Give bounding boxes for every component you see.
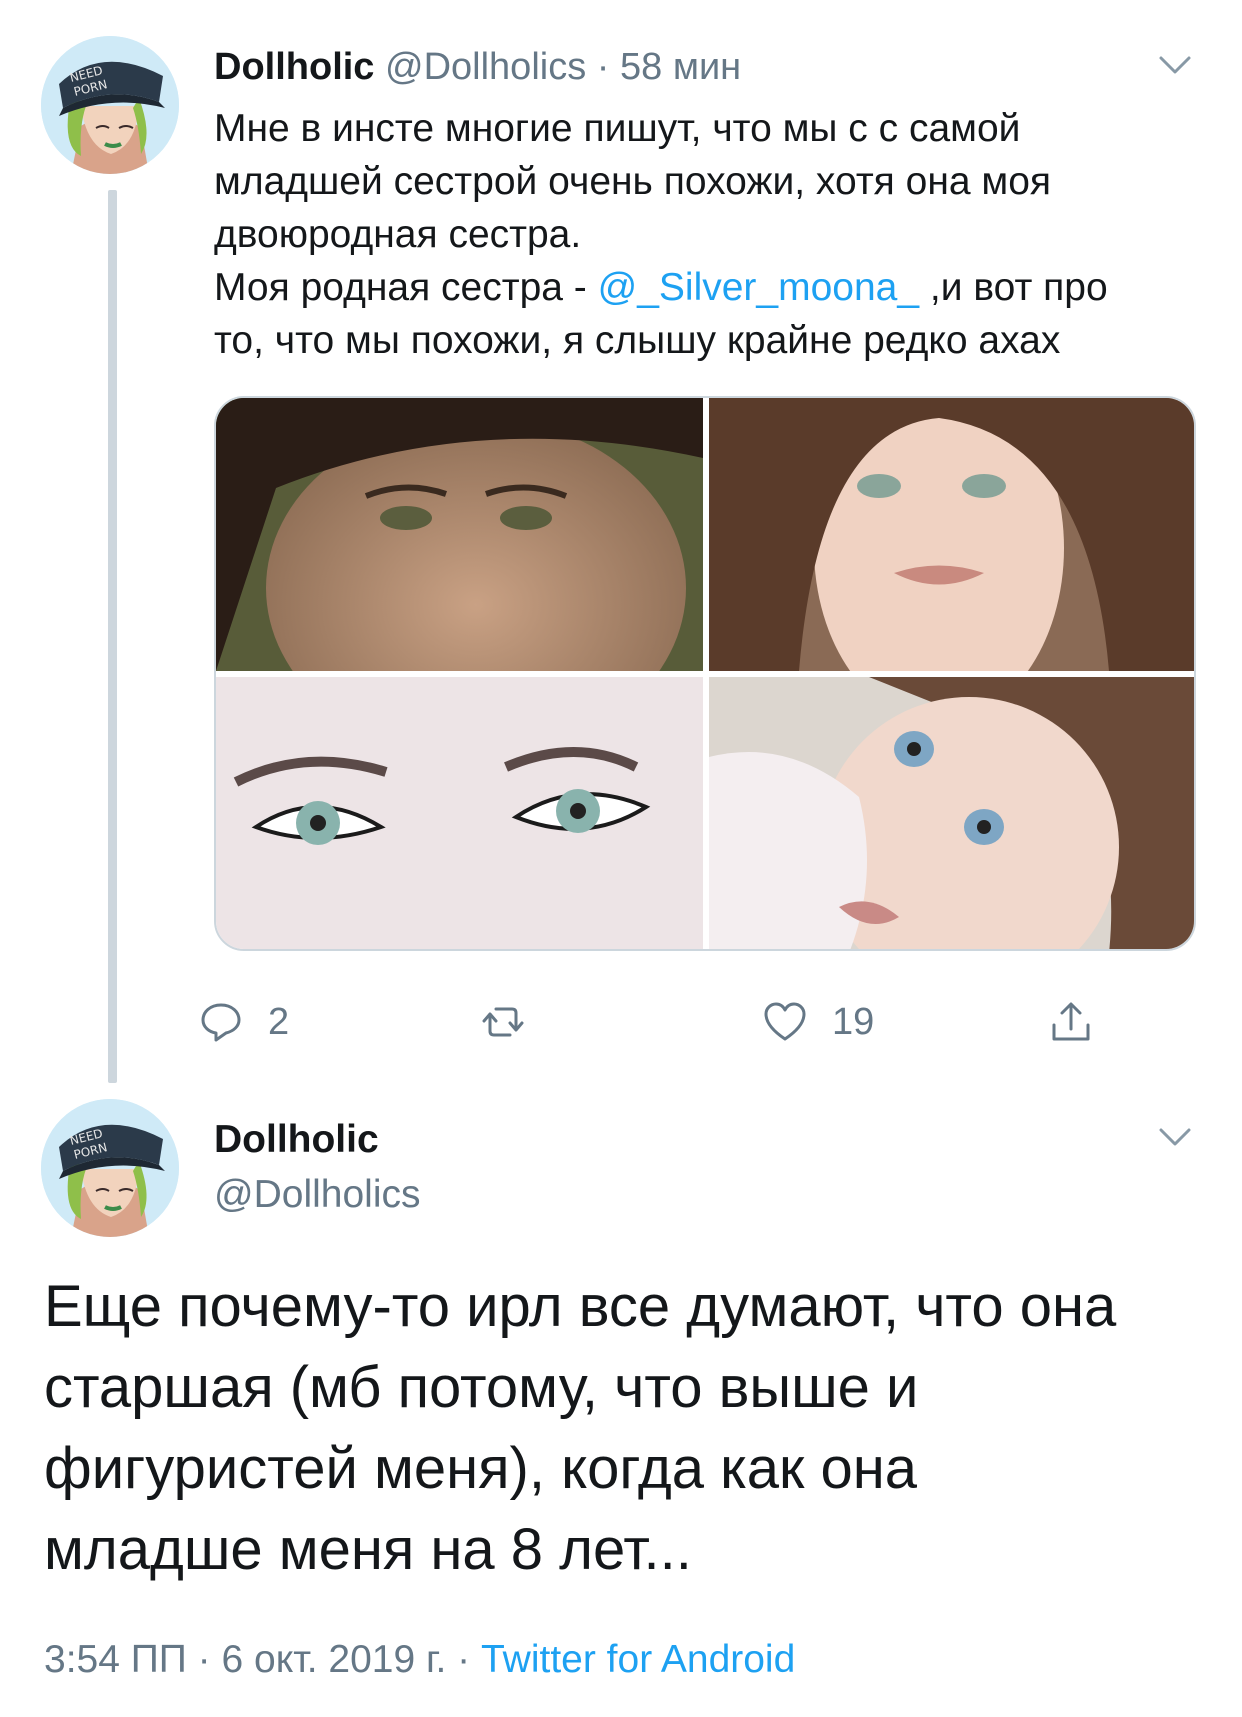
- chevron-down-icon[interactable]: [1155, 1116, 1195, 1156]
- display-name[interactable]: Dollholic: [214, 1116, 379, 1164]
- timestamp[interactable]: 58 мин: [620, 46, 741, 88]
- tweet-text-line: фигуристей меня), когда как она: [44, 1436, 918, 1501]
- tweet-text-line: старшая (мб потому, что выше и: [44, 1355, 919, 1420]
- chevron-down-icon[interactable]: [1155, 44, 1195, 84]
- tweet-text-line: младше меня на 8 лет...: [44, 1517, 692, 1582]
- reply-action[interactable]: 2: [198, 996, 289, 1048]
- reply-icon: [198, 999, 244, 1045]
- tweet-header: Dollholic @Dollholics · 58 мин: [214, 44, 741, 90]
- photo-3[interactable]: [216, 677, 703, 949]
- date[interactable]: 6 окт. 2019 г.: [221, 1638, 446, 1681]
- tweet-meta: 3:54 ПП · 6 окт. 2019 г. · Twitter for A…: [44, 1636, 795, 1684]
- tweet-text-segment: ,и вот про: [919, 266, 1108, 309]
- separator: ·: [446, 1638, 481, 1681]
- tweet-text-line: Моя родная сестра - @_Silver_moona_ ,и в…: [214, 261, 1214, 314]
- avatar[interactable]: NEED PORN: [41, 1099, 179, 1237]
- photo-1[interactable]: [216, 398, 703, 671]
- username[interactable]: @Dollholics: [385, 46, 586, 88]
- avatar-image: NEED PORN: [41, 36, 179, 174]
- separator: ·: [596, 46, 610, 88]
- mention-link[interactable]: @_Silver_moona_: [598, 266, 919, 309]
- share-action[interactable]: [1048, 996, 1094, 1048]
- photo-4[interactable]: [709, 677, 1194, 949]
- thread-line: [108, 190, 117, 1083]
- separator: ·: [186, 1638, 222, 1681]
- timestamp[interactable]: 3:54 ПП: [44, 1638, 187, 1681]
- avatar[interactable]: NEED PORN: [41, 36, 179, 174]
- tweet-text: Мне в инсте многие пишут, что мы с с сам…: [214, 102, 1214, 367]
- tweet-text-segment: Моя родная сестра -: [214, 266, 598, 309]
- share-icon: [1048, 999, 1094, 1045]
- tweet-text-line: Еще почему-то ирл все думают, что она: [44, 1274, 1117, 1339]
- media-grid: [214, 396, 1196, 951]
- avatar-image: NEED PORN: [41, 1099, 179, 1237]
- photo-2[interactable]: [709, 398, 1194, 671]
- username[interactable]: @Dollholics: [214, 1171, 420, 1219]
- tweet-text-line: младшей сестрой очень похожи, хотя она м…: [214, 160, 1052, 203]
- like-count: 19: [832, 1001, 875, 1043]
- display-name[interactable]: Dollholic: [214, 46, 374, 88]
- tweet-text-line: двоюродная сестра.: [214, 213, 582, 256]
- source-link[interactable]: Twitter for Android: [481, 1638, 795, 1681]
- tweet-text-line: то, что мы похожи, я слышу крайне редко …: [214, 319, 1061, 362]
- heart-icon: [762, 999, 808, 1045]
- tweet-text: Еще почему-то ирл все думают, что она ст…: [44, 1266, 1214, 1590]
- retweet-icon: [480, 999, 526, 1045]
- like-action[interactable]: 19: [762, 996, 874, 1048]
- reply-count: 2: [268, 1001, 290, 1043]
- tweet-text-line: Мне в инсте многие пишут, что мы с с сам…: [214, 107, 1021, 150]
- retweet-action[interactable]: [480, 996, 526, 1048]
